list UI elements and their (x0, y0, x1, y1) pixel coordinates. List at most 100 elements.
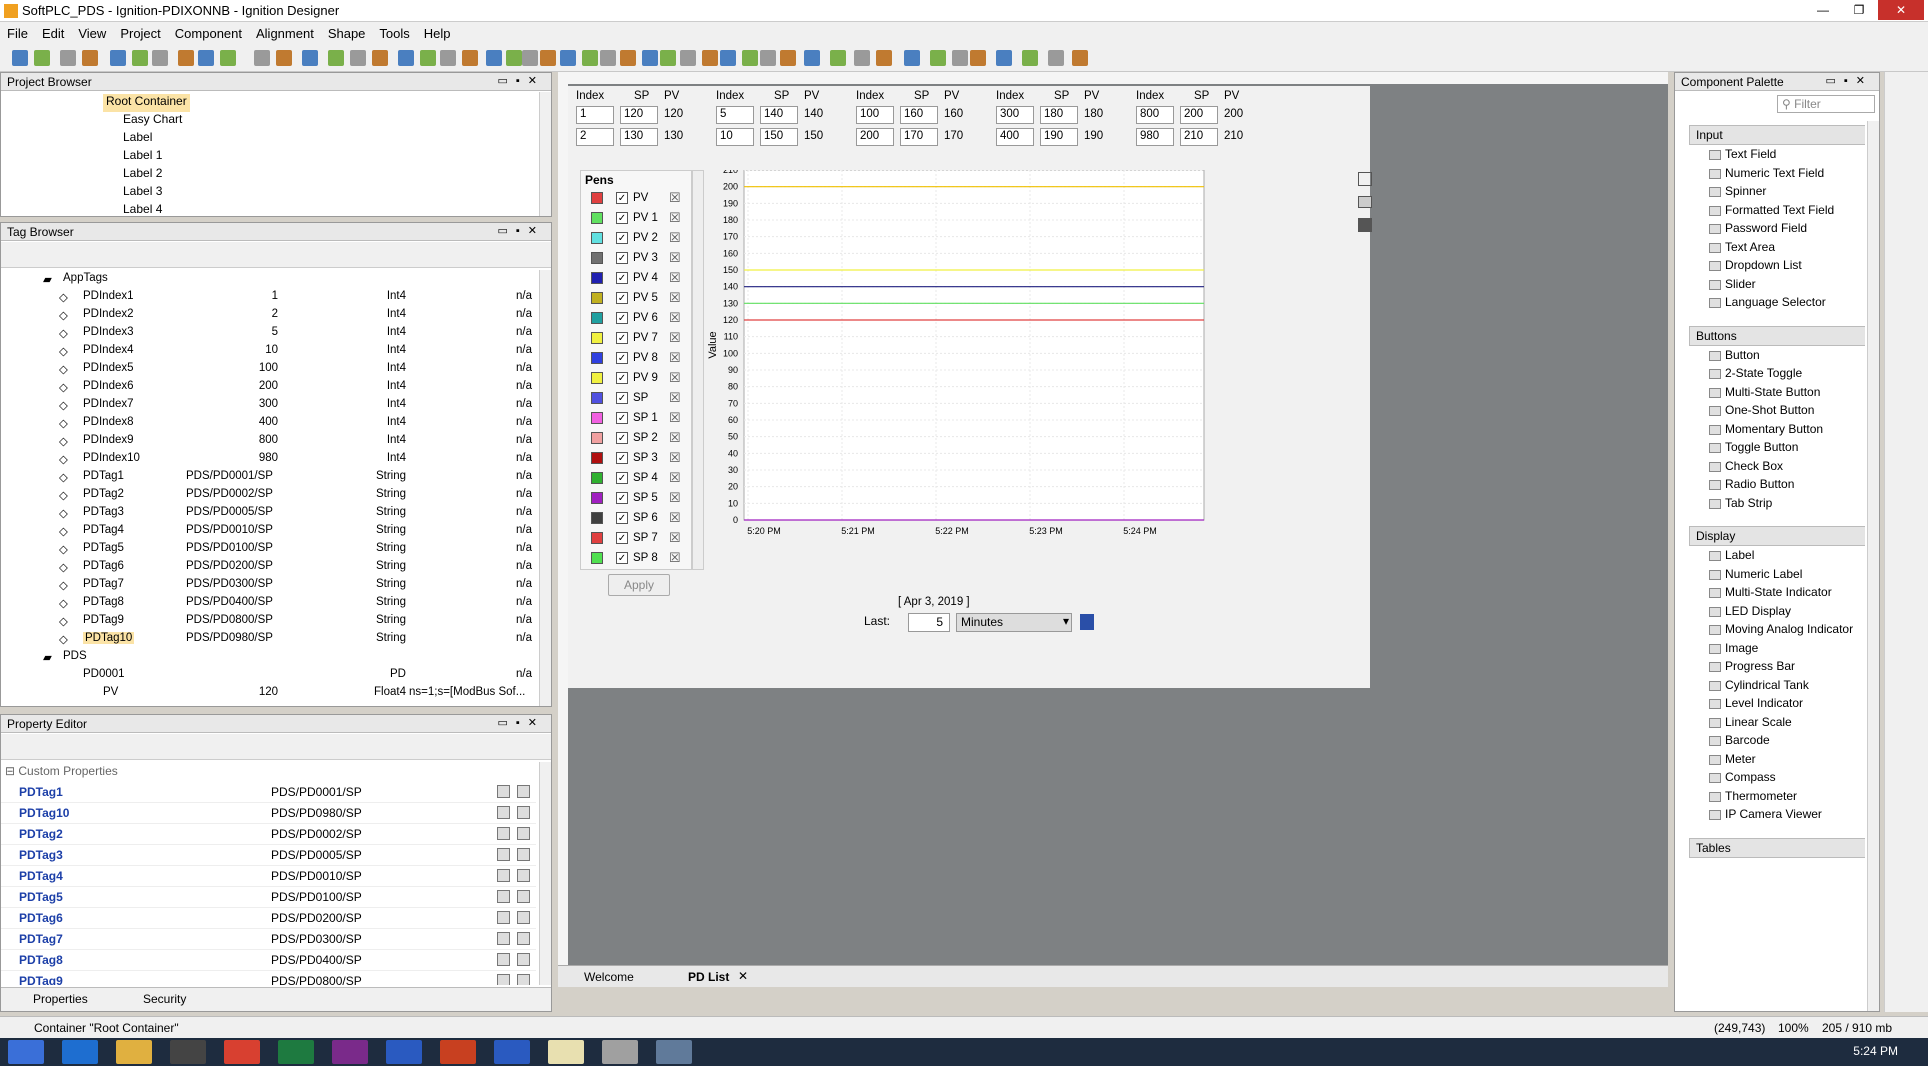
sp-input[interactable]: 130 (620, 128, 658, 146)
pen-row[interactable]: ✓ PV 2 ☒ (591, 229, 696, 249)
binding-icon[interactable] (497, 869, 510, 882)
database-icon[interactable] (517, 785, 530, 798)
apply-button[interactable]: Apply (608, 574, 670, 596)
toolbar-tool-icon[interactable] (60, 50, 76, 66)
binding-icon[interactable] (497, 785, 510, 798)
tag-row[interactable]: ◇ PDTag6 PDS/PD0200/SP String n/a (1, 558, 536, 576)
palette-item[interactable]: Compass (1709, 770, 1776, 788)
pen-row[interactable]: ✓ SP 7 ☒ (591, 529, 696, 549)
index-input[interactable]: 400 (996, 128, 1034, 146)
toolbar-tool-icon[interactable] (540, 50, 556, 66)
toolbar-tool-icon[interactable] (804, 50, 820, 66)
last-value-spinner[interactable]: 5 (908, 613, 950, 632)
remove-pen-icon[interactable]: ☒ (669, 230, 681, 246)
pen-color-swatch[interactable] (591, 212, 603, 224)
database-icon[interactable] (517, 848, 530, 861)
toolbar-tool-icon[interactable] (276, 50, 292, 66)
taskbar-explorer-icon[interactable] (116, 1040, 152, 1064)
panel-controls[interactable]: ▭▪✕ (497, 716, 545, 729)
property-row[interactable]: PDTag10 PDS/PD0980/SP (1, 803, 536, 824)
database-icon[interactable] (517, 890, 530, 903)
property-row[interactable]: PDTag4 PDS/PD0010/SP (1, 866, 536, 887)
root-container[interactable]: Pens ✓ PV ☒ ✓ PV 1 ☒ ✓ PV 2 ☒ ✓ PV 3 ☒ ✓ PV 4 ☒ ✓ PV 5 ☒ ✓… (568, 86, 1372, 688)
sp-input[interactable]: 150 (760, 128, 798, 146)
toolbar-tool-icon[interactable] (720, 50, 736, 66)
pen-checkbox[interactable]: ✓ (616, 212, 628, 224)
pen-checkbox[interactable]: ✓ (616, 392, 628, 404)
palette-item[interactable]: Radio Button (1709, 477, 1794, 495)
palette-item[interactable]: 2-State Toggle (1709, 366, 1802, 384)
property-row[interactable]: PDTag9 PDS/PD0800/SP (1, 971, 536, 985)
time-unit-dropdown[interactable]: Minutes ▾ (956, 613, 1072, 632)
remove-pen-icon[interactable]: ☒ (669, 310, 681, 326)
pen-color-swatch[interactable] (591, 232, 603, 244)
pen-color-swatch[interactable] (591, 192, 603, 204)
remove-pen-icon[interactable]: ☒ (669, 210, 681, 226)
index-input[interactable]: 10 (716, 128, 754, 146)
pen-color-swatch[interactable] (591, 432, 603, 444)
tab-welcome[interactable]: Welcome (584, 970, 634, 984)
index-input[interactable]: 300 (996, 106, 1034, 124)
binding-icon[interactable] (497, 848, 510, 861)
toolbar-tool-icon[interactable] (420, 50, 436, 66)
palette-item[interactable]: Multi-State Indicator (1709, 585, 1832, 603)
tree-component[interactable]: Label 3 (123, 184, 162, 202)
index-input[interactable]: 5 (716, 106, 754, 124)
pen-checkbox[interactable]: ✓ (616, 432, 628, 444)
palette-item[interactable]: Toggle Button (1709, 440, 1798, 458)
pen-color-swatch[interactable] (591, 292, 603, 304)
pen-color-swatch[interactable] (591, 412, 603, 424)
trend-chart[interactable]: 0 10 20 30 40 50 60 70 80 90 100 110 120 130 140 150 160… (708, 170, 1348, 590)
palette-item[interactable]: Label (1709, 548, 1754, 566)
pen-checkbox[interactable]: ✓ (616, 252, 628, 264)
palette-item[interactable]: Barcode (1709, 733, 1770, 751)
pen-row[interactable]: ✓ PV 5 ☒ (591, 289, 696, 309)
zoom-icon[interactable] (1358, 172, 1372, 186)
pens-scrollbar[interactable] (692, 170, 704, 570)
maximize-button[interactable]: ❐ (1842, 0, 1876, 20)
pen-row[interactable]: ✓ PV 4 ☒ (591, 269, 696, 289)
binding-icon[interactable] (497, 890, 510, 903)
database-icon[interactable] (517, 806, 530, 819)
menu-edit[interactable]: Edit (42, 26, 64, 41)
pen-checkbox[interactable]: ✓ (616, 452, 628, 464)
panel-controls[interactable]: ▭▪✕ (497, 74, 545, 87)
toolbar-tool-icon[interactable] (854, 50, 870, 66)
remove-pen-icon[interactable]: ☒ (669, 410, 681, 426)
palette-section-tables[interactable]: Tables (1689, 837, 1865, 858)
property-row[interactable]: PDTag1 PDS/PD0001/SP (1, 782, 536, 803)
pen-color-swatch[interactable] (591, 372, 603, 384)
database-icon[interactable] (517, 953, 530, 966)
toolbar-tool-icon[interactable] (34, 50, 50, 66)
toolbar-tool-icon[interactable] (1072, 50, 1088, 66)
pen-checkbox[interactable]: ✓ (616, 372, 628, 384)
tree-component[interactable]: Label 1 (123, 148, 162, 166)
palette-item[interactable]: Spinner (1709, 184, 1766, 202)
remove-pen-icon[interactable]: ☒ (669, 530, 681, 546)
menu-component[interactable]: Component (175, 26, 242, 41)
index-input[interactable]: 800 (1136, 106, 1174, 124)
sp-input[interactable]: 210 (1180, 128, 1218, 146)
tree-component[interactable]: Easy Chart (123, 112, 182, 130)
toolbar-tool-icon[interactable] (12, 50, 28, 66)
pen-checkbox[interactable]: ✓ (616, 492, 628, 504)
toolbar-tool-icon[interactable] (742, 50, 758, 66)
remove-pen-icon[interactable]: ☒ (669, 270, 681, 286)
pen-row[interactable]: ✓ SP 4 ☒ (591, 469, 696, 489)
database-icon[interactable] (517, 974, 530, 985)
pen-row[interactable]: ✓ SP ☒ (591, 389, 696, 409)
sp-input[interactable]: 160 (900, 106, 938, 124)
tree-root-container[interactable]: Root Container (103, 94, 190, 112)
palette-item[interactable]: Password Field (1709, 221, 1807, 239)
panel-controls[interactable]: ▭▪✕ (1825, 74, 1873, 87)
property-editor-scrollbar[interactable] (539, 762, 551, 985)
remove-pen-icon[interactable]: ☒ (669, 370, 681, 386)
toolbar-tool-icon[interactable] (970, 50, 986, 66)
pen-checkbox[interactable]: ✓ (616, 272, 628, 284)
tree-component[interactable]: Label (123, 130, 152, 148)
toolbar-tool-icon[interactable] (302, 50, 318, 66)
toolbar-tool-icon[interactable] (132, 50, 148, 66)
pen-checkbox[interactable]: ✓ (616, 412, 628, 424)
menu-shape[interactable]: Shape (328, 26, 366, 41)
toolbar-tool-icon[interactable] (398, 50, 414, 66)
